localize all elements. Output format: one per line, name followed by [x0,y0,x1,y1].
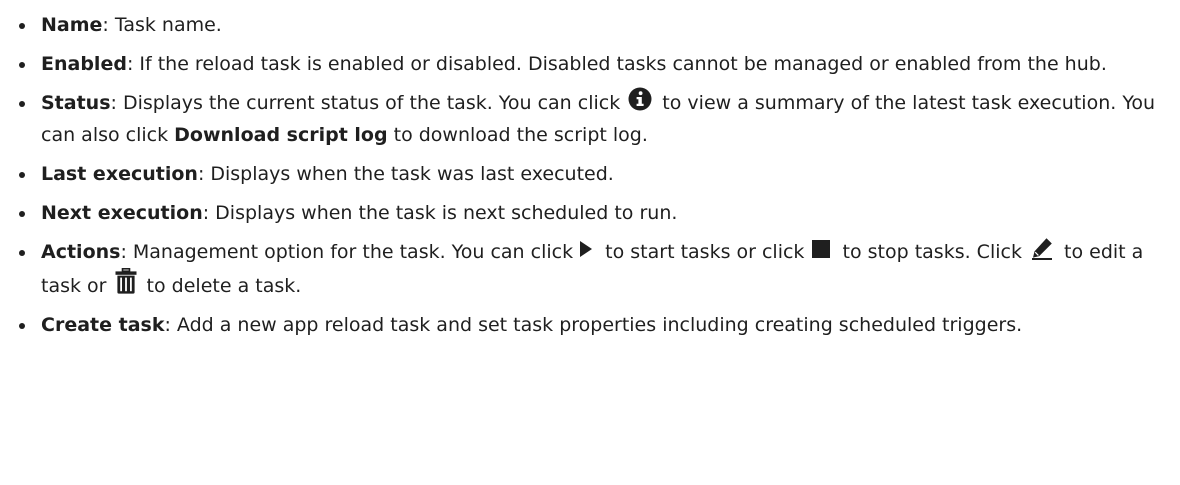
stop-icon [812,240,831,258]
description-create-task: : Add a new app reload task and set task… [164,314,1023,336]
description-last-execution: : Displays when the task was last execut… [197,163,614,185]
list-item-status: Status: Displays the current status of t… [0,87,1180,151]
description-actions-part3: to stop tasks. Click [836,241,1028,263]
field-description-list: Name: Task name. Enabled: If the reload … [0,9,1180,341]
description-actions-part1: : Management option for the task. You ca… [120,241,580,263]
description-name: : Task name. [102,14,222,36]
description-status-part1: : Displays the current status of the tas… [110,92,627,114]
list-item-actions: Actions: Management option for the task.… [0,236,1180,302]
list-item-enabled: Enabled: If the reload task is enabled o… [0,48,1180,80]
description-status-part3: to download the script log. [387,124,648,146]
term-status: Status [41,92,111,114]
list-item-create-task: Create task: Add a new app reload task a… [0,309,1180,341]
description-enabled: : If the reload task is enabled or disab… [126,53,1107,75]
description-actions-part5: to delete a task. [140,275,302,297]
pencil-icon [1032,238,1052,260]
term-create-task: Create task [41,314,165,336]
term-enabled: Enabled [41,53,127,75]
list-item-next-execution: Next execution: Displays when the task i… [0,197,1180,229]
term-actions: Actions [41,241,121,263]
term-name: Name [41,14,103,36]
description-actions-part2: to start tasks or click [599,241,811,263]
play-icon [580,241,593,257]
list-item-name: Name: Task name. [0,9,1180,41]
term-next-execution: Next execution [41,202,203,224]
info-circle-icon [628,87,652,111]
trash-icon [115,268,137,294]
list-item-last-execution: Last execution: Displays when the task w… [0,158,1180,190]
description-next-execution: : Displays when the task is next schedul… [202,202,678,224]
term-last-execution: Last execution [41,163,198,185]
download-script-log-label: Download script log [174,124,388,146]
